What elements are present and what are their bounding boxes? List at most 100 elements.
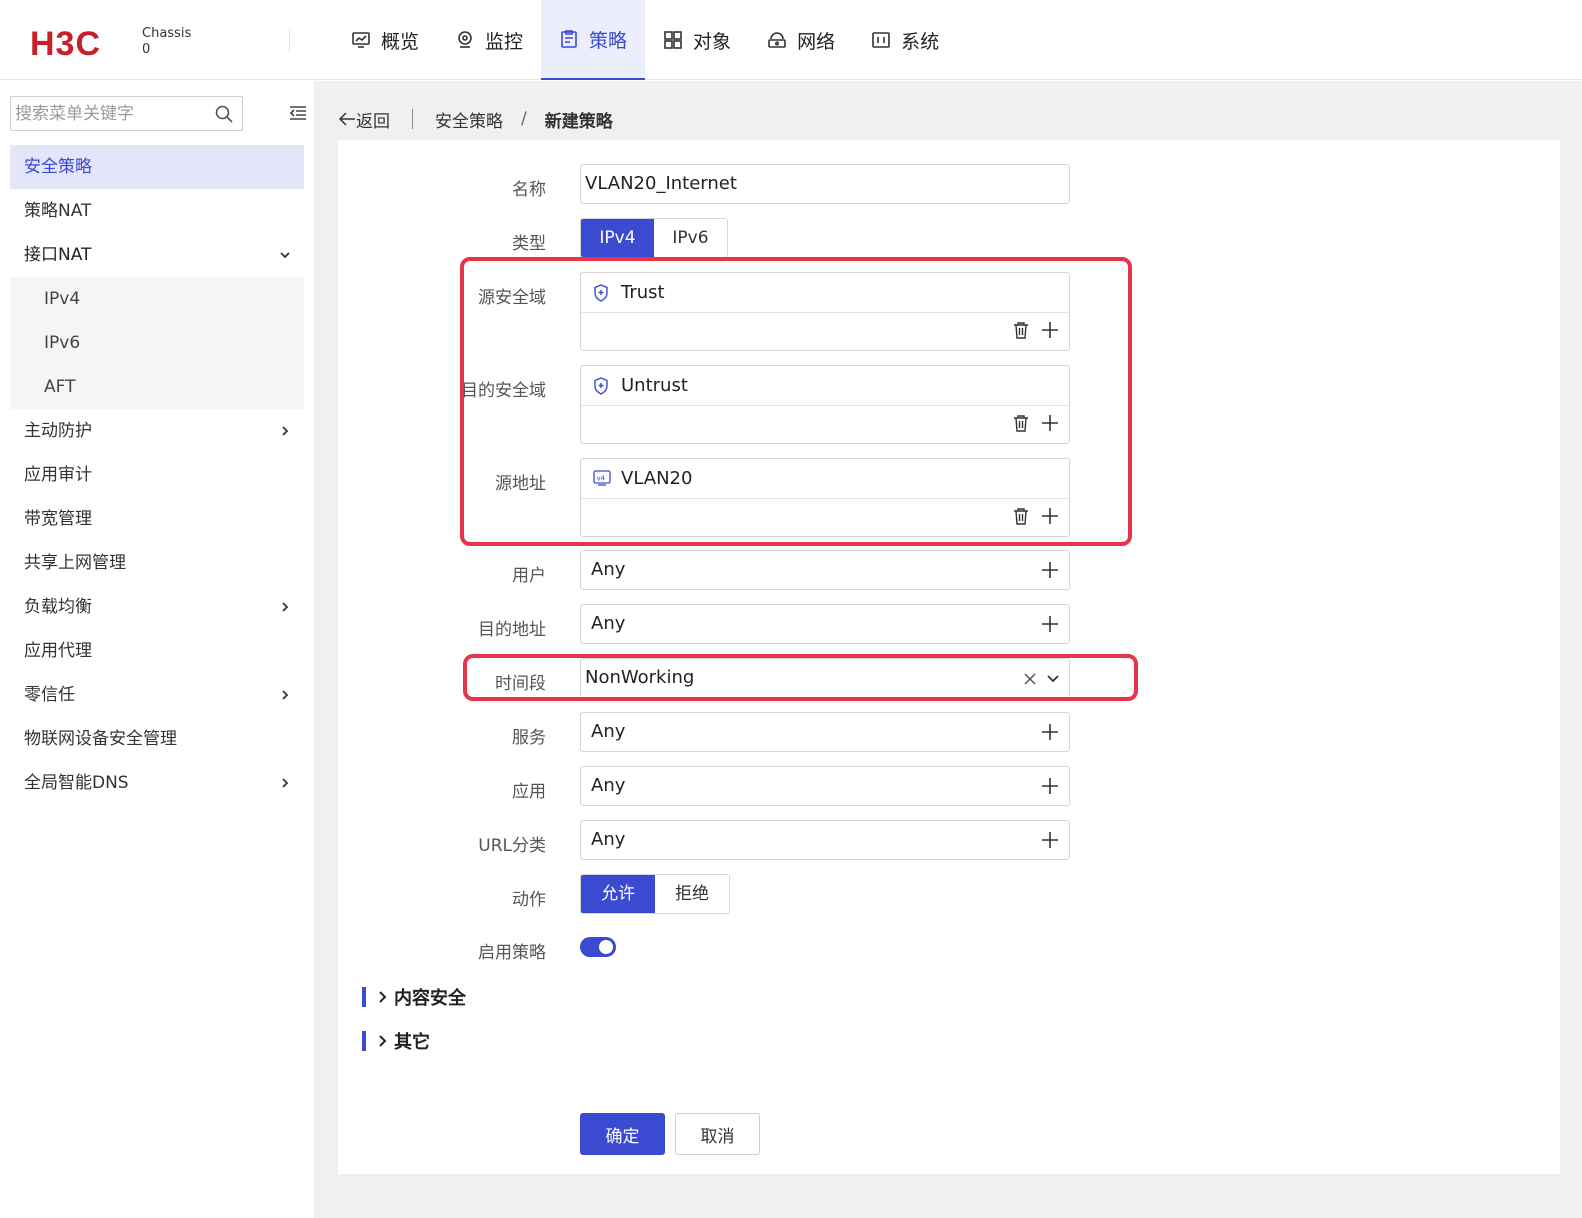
plus-icon[interactable] <box>1041 414 1059 432</box>
nav-object-label: 对象 <box>693 30 732 53</box>
breadcrumb-parent[interactable]: 安全策略 <box>435 107 503 132</box>
chevron-down-icon[interactable] <box>1046 672 1060 686</box>
type-ipv4-button[interactable]: IPv4 <box>581 219 654 257</box>
service-field[interactable]: Any <box>580 712 1070 752</box>
sidebar-item-iot-security[interactable]: 物联网设备安全管理 <box>10 717 304 761</box>
confirm-button[interactable]: 确定 <box>580 1113 665 1155</box>
sidebar-item-label: IPv4 <box>44 289 81 309</box>
chevron-right-icon <box>282 778 289 788</box>
content-security-section[interactable]: 内容安全 <box>362 985 466 1009</box>
breadcrumb: 返回 安全策略 / 新建策略 <box>338 104 613 134</box>
plus-icon[interactable] <box>1041 723 1059 741</box>
time-range-label: 时间段 <box>495 674 546 694</box>
clear-icon[interactable] <box>1023 672 1037 686</box>
nav-overview[interactable]: 概览 <box>333 0 437 80</box>
top-header: H3C Chassis 0 概览 监控 策略 对象 网络 系统 <box>0 0 1582 80</box>
section-title: 内容安全 <box>394 988 466 1009</box>
sidebar-item-label: 零信任 <box>24 685 75 705</box>
user-field[interactable]: Any <box>580 550 1070 590</box>
url-category-label: URL分类 <box>478 836 546 856</box>
nav-network[interactable]: 网络 <box>749 0 853 80</box>
h3c-logo[interactable]: H3C <box>30 26 134 60</box>
action-label: 动作 <box>512 890 546 910</box>
chevron-right-icon <box>379 1035 387 1047</box>
enable-policy-toggle[interactable] <box>580 937 616 957</box>
nav-monitor[interactable]: 监控 <box>437 0 541 80</box>
sidebar-subitem-ipv4[interactable]: IPv4 <box>10 277 304 321</box>
breadcrumb-divider <box>412 109 413 129</box>
nav-object[interactable]: 对象 <box>645 0 749 80</box>
sidebar: 安全策略 策略NAT 接口NAT IPv4 IPv6 AFT 主动防护 应用审计… <box>0 81 314 1218</box>
dst-addr-field[interactable]: Any <box>580 604 1070 644</box>
app-value: Any <box>591 775 626 796</box>
sidebar-subitem-ipv6[interactable]: IPv6 <box>10 321 304 365</box>
src-addr-tag: v4 VLAN20 <box>581 459 1069 499</box>
clipboard-icon <box>561 30 577 48</box>
menu-search-input[interactable] <box>11 97 206 130</box>
nav-system[interactable]: 系统 <box>853 0 957 80</box>
plus-icon[interactable] <box>1041 561 1059 579</box>
svg-text:v4: v4 <box>597 475 606 483</box>
dst-zone-label: 目的安全域 <box>461 381 546 401</box>
url-category-field[interactable]: Any <box>580 820 1070 860</box>
trash-icon[interactable] <box>1013 507 1029 525</box>
shield-icon <box>594 284 608 302</box>
sidebar-item-app-proxy[interactable]: 应用代理 <box>10 629 304 673</box>
type-segmented: IPv4 IPv6 <box>580 218 728 258</box>
location-pin-icon <box>458 31 472 48</box>
action-deny-button[interactable]: 拒绝 <box>655 875 729 913</box>
sidebar-item-label: 安全策略 <box>24 157 92 177</box>
sidebar-subitem-aft[interactable]: AFT <box>10 365 304 409</box>
back-button[interactable]: 返回 <box>338 107 390 132</box>
plus-icon[interactable] <box>1041 831 1059 849</box>
sidebar-item-global-dns[interactable]: 全局智能DNS <box>10 761 304 805</box>
section-title: 其它 <box>394 1032 430 1053</box>
cancel-button[interactable]: 取消 <box>675 1113 760 1155</box>
name-field[interactable]: VLAN20_Internet <box>580 164 1070 204</box>
trash-icon[interactable] <box>1013 321 1029 339</box>
sidebar-item-security-policy[interactable]: 安全策略 <box>10 145 304 189</box>
time-range-value: NonWorking <box>585 667 695 688</box>
nav-system-label: 系统 <box>901 30 940 53</box>
sidebar-item-shared-access[interactable]: 共享上网管理 <box>10 541 304 585</box>
name-label: 名称 <box>512 180 546 200</box>
other-section[interactable]: 其它 <box>362 1029 430 1053</box>
ipv4-address-icon: v4 <box>593 470 611 486</box>
sidebar-item-load-balance[interactable]: 负载均衡 <box>10 585 304 629</box>
sidebar-item-active-defense[interactable]: 主动防护 <box>10 409 304 453</box>
service-value: Any <box>591 721 626 742</box>
time-range-select[interactable]: NonWorking <box>580 658 1070 698</box>
plus-icon[interactable] <box>1041 777 1059 795</box>
sidebar-item-bandwidth[interactable]: 带宽管理 <box>10 497 304 541</box>
chevron-right-icon <box>379 991 387 1003</box>
action-permit-button[interactable]: 允许 <box>581 875 655 913</box>
app-label: 应用 <box>512 782 546 802</box>
plus-icon[interactable] <box>1041 507 1059 525</box>
svg-text:H3C: H3C <box>30 26 101 60</box>
collapse-menu-icon[interactable] <box>289 105 307 121</box>
src-zone-label: 源安全域 <box>478 288 546 308</box>
grid-icon <box>664 31 682 49</box>
nav-policy[interactable]: 策略 <box>541 0 646 80</box>
app-field[interactable]: Any <box>580 766 1070 806</box>
src-zone-tag: Trust <box>581 273 1069 313</box>
trash-icon[interactable] <box>1013 414 1029 432</box>
sidebar-item-label: 应用审计 <box>24 465 92 485</box>
sidebar-item-interface-nat[interactable]: 接口NAT <box>10 233 304 277</box>
sidebar-item-label: 共享上网管理 <box>24 553 126 573</box>
service-label: 服务 <box>512 728 546 748</box>
src-addr-value: VLAN20 <box>621 468 693 489</box>
plus-icon[interactable] <box>1041 615 1059 633</box>
user-value: Any <box>591 559 626 580</box>
sidebar-item-label: 物联网设备安全管理 <box>24 729 177 749</box>
url-category-value: Any <box>591 829 626 850</box>
search-icon[interactable] <box>214 104 234 124</box>
sidebar-item-policy-nat[interactable]: 策略NAT <box>10 189 304 233</box>
breadcrumb-current: 新建策略 <box>544 111 613 132</box>
chassis-title: Chassis <box>142 26 192 41</box>
back-label: 返回 <box>356 111 390 132</box>
sidebar-item-app-audit[interactable]: 应用审计 <box>10 453 304 497</box>
sidebar-item-zero-trust[interactable]: 零信任 <box>10 673 304 717</box>
type-ipv6-button[interactable]: IPv6 <box>654 219 727 257</box>
plus-icon[interactable] <box>1041 321 1059 339</box>
